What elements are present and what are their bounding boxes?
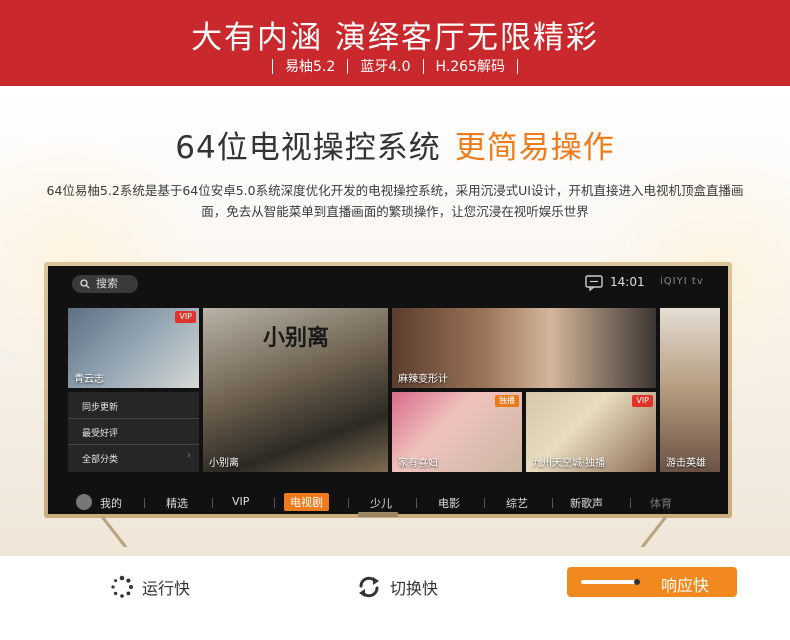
nav-item-movies[interactable]: 电影 xyxy=(438,495,460,511)
banner-title: 大有内涵 演绎客厅无限精彩 xyxy=(191,20,599,56)
tile-label: 小别离 xyxy=(209,458,239,469)
nav-divider xyxy=(348,498,349,508)
spec-divider xyxy=(422,58,424,74)
vip-badge: VIP xyxy=(632,395,653,407)
feature-switch-fast: 切换快 xyxy=(356,572,438,602)
nav-divider xyxy=(552,498,553,508)
feature-run-label: 运行快 xyxy=(142,579,191,598)
search-icon xyxy=(80,279,90,289)
nav-divider xyxy=(144,498,145,508)
message-icon[interactable] xyxy=(585,275,603,291)
avatar[interactable] xyxy=(76,494,92,510)
spec-divider xyxy=(516,58,518,74)
spec-codec: H.265解码 xyxy=(435,59,505,75)
headline-main: 64位电视操控系统 xyxy=(175,130,441,166)
spec-divider xyxy=(347,58,349,74)
poster-title: 小别离 xyxy=(263,325,330,351)
nav-item-kids[interactable]: 少儿 xyxy=(370,495,392,511)
category-menu: 同步更新 最受好评 全部分类 › xyxy=(68,392,199,472)
refresh-icon xyxy=(359,576,379,598)
feature-run-fast: 运行快 xyxy=(110,572,190,602)
chevron-right-icon: › xyxy=(187,450,191,461)
feature-response-label: 响应快 xyxy=(661,576,710,595)
description-text: 64位易柚5.2系统是基于64位安卓5.0系统深度优化开发的电视操控系统，采用沉… xyxy=(46,183,744,219)
tile-label: 游击英雄 xyxy=(666,458,706,469)
menu-item-sync-update[interactable]: 同步更新 xyxy=(82,400,118,413)
clock: 14:01 xyxy=(610,275,645,289)
tv-frame: 搜索 14:01 iQIYI tv VIP 青云志 小别离 小别离 麻辣变形计 … xyxy=(44,262,732,518)
vip-badge: VIP xyxy=(175,311,196,323)
nav-item-vip[interactable]: VIP xyxy=(232,495,249,508)
spec-divider xyxy=(272,58,273,74)
exclusive-badge: 独播 xyxy=(495,395,519,407)
feature-bar: 运行快 切换快 响应快 xyxy=(0,556,790,640)
spinner-icon xyxy=(111,575,133,598)
speed-bar-icon xyxy=(581,580,639,584)
nav-divider xyxy=(416,498,417,508)
tile-jiayouxifu[interactable]: 独播 家有喜妇 xyxy=(392,392,522,472)
nav-divider xyxy=(484,498,485,508)
tile-qingyunzhi[interactable]: VIP 青云志 xyxy=(68,308,199,388)
tile-jiuzhoutiankongcheng[interactable]: VIP 九州天空城·独播 xyxy=(526,392,656,472)
menu-divider xyxy=(68,418,199,419)
tile-label: 青云志 xyxy=(74,374,104,385)
menu-item-top-rated[interactable]: 最受好评 xyxy=(82,426,118,439)
tv-brand-plate xyxy=(358,512,398,517)
search-button[interactable]: 搜索 xyxy=(72,275,138,293)
speed-dot-icon xyxy=(634,579,640,585)
nav-item-mine[interactable]: 我的 xyxy=(100,495,122,511)
menu-item-all-categories[interactable]: 全部分类 xyxy=(82,452,118,465)
tile-label: 九州天空城·独播 xyxy=(532,458,606,469)
menu-divider xyxy=(68,444,199,445)
nav-item-new-songs[interactable]: 新歌声 xyxy=(570,495,603,511)
nav-item-featured[interactable]: 精选 xyxy=(166,495,188,511)
tv-screen: 搜索 14:01 iQIYI tv VIP 青云志 小别离 小别离 麻辣变形计 … xyxy=(48,266,728,514)
brand-logo: iQIYI tv xyxy=(660,276,704,287)
nav-divider xyxy=(212,498,213,508)
tile-label: 家有喜妇 xyxy=(398,458,438,469)
tile-malabianxingji[interactable]: 麻辣变形计 xyxy=(392,308,656,388)
search-label: 搜索 xyxy=(96,277,118,290)
spec-os: 易柚5.2 xyxy=(285,59,336,75)
spec-bluetooth: 蓝牙4.0 xyxy=(360,59,411,75)
nav-divider xyxy=(274,498,275,508)
headline-highlight: 更简易操作 xyxy=(454,130,615,166)
header-banner: 大有内涵 演绎客厅无限精彩 易柚5.2 蓝牙4.0 H.265解码 xyxy=(0,0,790,86)
tile-label: 麻辣变形计 xyxy=(398,374,448,385)
nav-divider xyxy=(630,498,631,508)
tile-youjiyingxiong[interactable]: 游击英雄 xyxy=(660,308,720,472)
nav-item-tv-series[interactable]: 电视剧 xyxy=(284,493,329,511)
feature-switch-label: 切换快 xyxy=(390,579,439,598)
nav-item-sports[interactable]: 体育 xyxy=(650,495,672,511)
section-headline: 64位电视操控系统 更简易操作 xyxy=(0,122,790,167)
spec-list: 易柚5.2 蓝牙4.0 H.265解码 xyxy=(0,56,790,76)
tile-xiaobieli-featured[interactable]: 小别离 小别离 xyxy=(203,308,388,472)
nav-item-variety[interactable]: 综艺 xyxy=(506,495,528,511)
feature-response-fast: 响应快 xyxy=(567,567,737,597)
